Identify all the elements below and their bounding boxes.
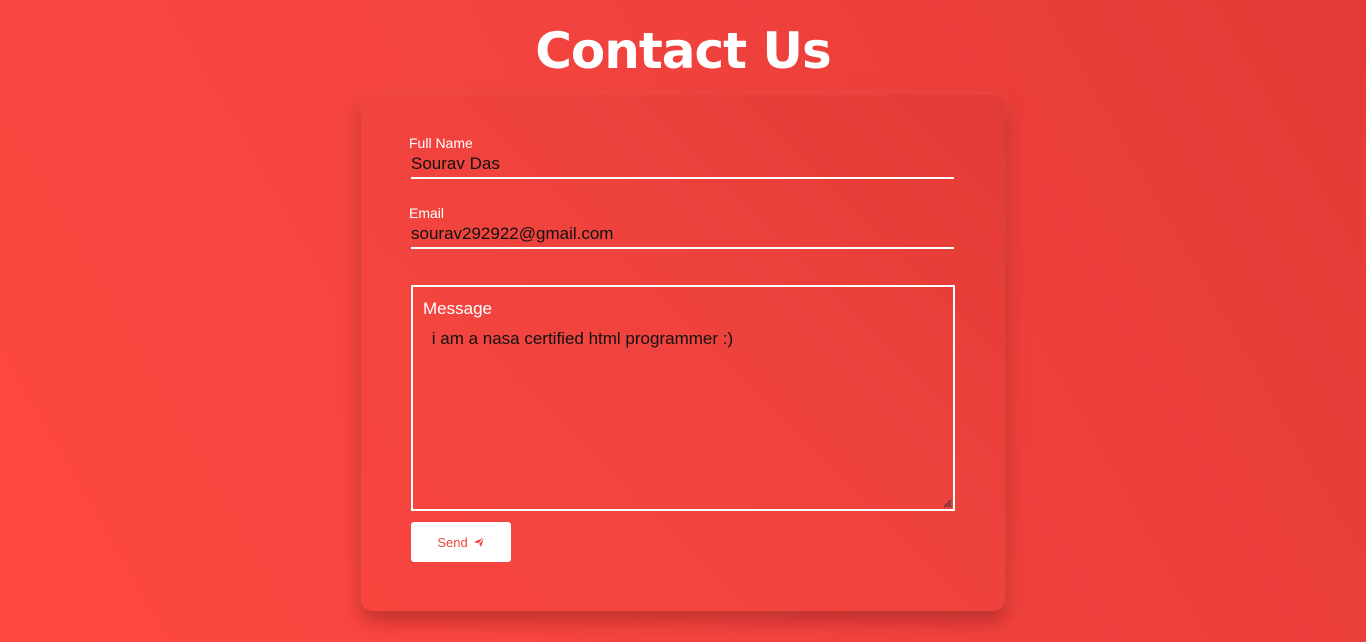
resize-grip-icon[interactable]	[942, 498, 952, 508]
message-textarea[interactable]: i am a nasa certified html programmer :)	[427, 329, 937, 499]
message-field-group[interactable]: Message i am a nasa certified html progr…	[411, 285, 955, 511]
paper-plane-icon	[473, 537, 485, 547]
send-button-label: Send	[437, 534, 468, 550]
email-input[interactable]	[411, 221, 954, 249]
full-name-field-group: Full Name	[409, 135, 954, 179]
page-title: Contact Us	[535, 22, 832, 80]
contact-form-card: Full Name Email Message i am a nasa cert…	[361, 95, 1005, 611]
email-field-group: Email	[409, 205, 954, 249]
email-label: Email	[409, 205, 445, 221]
message-label: Message	[423, 299, 492, 318]
full-name-input[interactable]	[411, 151, 954, 179]
send-button[interactable]: Send	[411, 522, 511, 562]
full-name-label: Full Name	[409, 135, 473, 151]
